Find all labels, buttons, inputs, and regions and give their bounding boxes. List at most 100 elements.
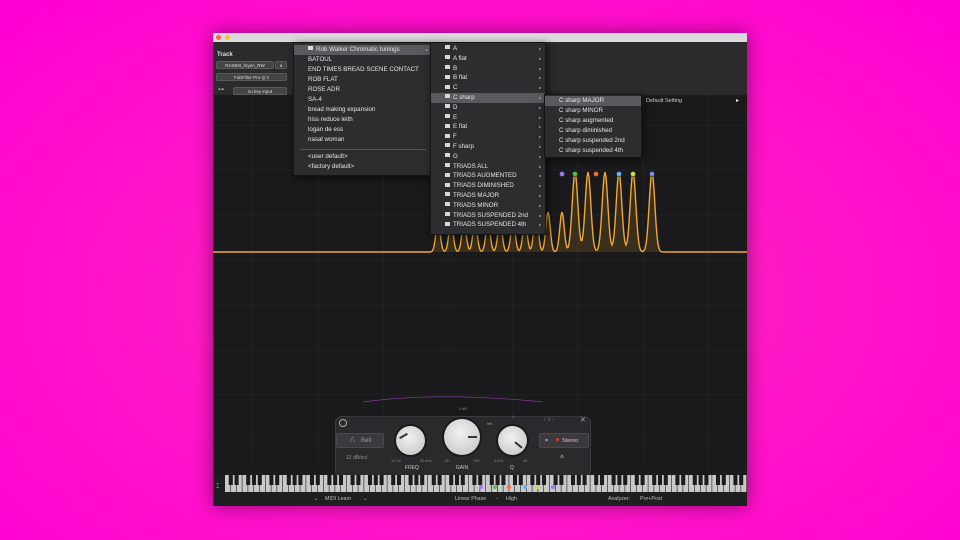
black-key[interactable] — [286, 475, 291, 485]
chord-menu-item[interactable]: C sharp MINOR — [545, 106, 641, 116]
plugin-insert-selector[interactable]: FabFilter Pro-Q 3 — [216, 73, 287, 81]
chord-menu-item[interactable]: C sharp suspended 2nd — [545, 136, 641, 146]
black-key[interactable] — [356, 475, 361, 485]
preset-default-item[interactable]: <factory default> — [294, 162, 432, 172]
close-window-icon[interactable] — [216, 35, 221, 40]
midi-learn-dropdown-icon[interactable]: ⌄ — [363, 496, 367, 502]
stereo-selector[interactable]: ⚭ Stereo — [539, 433, 589, 448]
key-menu-item[interactable]: TRIADS AUGMENTED ▸ — [431, 171, 545, 181]
black-key[interactable] — [379, 475, 384, 485]
black-key[interactable] — [478, 475, 483, 485]
key-menu-item[interactable]: C sharp ▸ — [431, 93, 545, 103]
minimize-window-icon[interactable] — [225, 35, 230, 40]
freq-knob[interactable] — [396, 426, 425, 455]
black-key[interactable] — [715, 475, 721, 485]
black-key[interactable] — [449, 475, 454, 485]
black-key[interactable] — [454, 475, 460, 485]
black-key[interactable] — [275, 475, 280, 485]
default-setting-arrow-icon[interactable]: ▸ — [736, 97, 739, 104]
black-key[interactable] — [640, 475, 645, 485]
black-key[interactable] — [530, 475, 535, 485]
black-key[interactable] — [269, 475, 274, 485]
black-key[interactable] — [396, 475, 402, 485]
piano-keyboard[interactable] — [213, 475, 747, 492]
key-input-selector[interactable]: no key input — [233, 87, 287, 95]
black-key[interactable] — [681, 475, 686, 485]
black-key[interactable] — [721, 475, 726, 485]
black-key[interactable] — [541, 475, 547, 485]
key-menu-item[interactable]: TRIADS SUSPENDED 2nd ▸ — [431, 211, 545, 221]
black-key[interactable] — [309, 475, 315, 485]
black-key[interactable] — [692, 475, 697, 485]
black-key[interactable] — [292, 475, 297, 485]
black-key[interactable] — [582, 475, 587, 485]
black-key[interactable] — [657, 475, 663, 485]
black-key[interactable] — [251, 475, 257, 485]
black-key[interactable] — [576, 475, 581, 485]
black-key[interactable] — [698, 475, 703, 485]
preset-item[interactable]: SA-4 — [294, 95, 432, 105]
black-key[interactable] — [420, 475, 425, 485]
track-name-selector[interactable]: RAINMI_hryen_RW — [216, 61, 274, 69]
slope-label[interactable]: 12 dB/oct — [346, 455, 367, 461]
black-key[interactable] — [437, 475, 442, 485]
black-key[interactable] — [617, 475, 622, 485]
black-key[interactable] — [501, 475, 506, 485]
black-key[interactable] — [315, 475, 320, 485]
key-menu-item[interactable]: TRIADS ALL ▸ — [431, 162, 545, 172]
black-key[interactable] — [594, 475, 599, 485]
black-key[interactable] — [623, 475, 628, 485]
link-icon[interactable]: ⚯ — [487, 421, 492, 428]
black-key[interactable] — [518, 475, 523, 485]
key-menu-item[interactable]: E flat ▸ — [431, 122, 545, 132]
key-menu-item[interactable]: B flat ▸ — [431, 73, 545, 83]
eq-band-node[interactable] — [572, 171, 578, 177]
preset-item[interactable]: bread making expansion — [294, 105, 432, 115]
eq-band-node[interactable] — [616, 171, 622, 177]
chord-menu-item[interactable]: C sharp augmented — [545, 116, 641, 126]
black-key[interactable] — [367, 475, 373, 485]
solo-icon[interactable]: ⩚ — [560, 453, 564, 461]
chord-menu-item[interactable]: C sharp MAJOR — [545, 96, 641, 106]
piano-keys[interactable] — [213, 475, 747, 492]
black-key[interactable] — [599, 475, 605, 485]
key-menu-item[interactable]: F ▸ — [431, 132, 545, 142]
key-menu-item[interactable]: B ▸ — [431, 64, 545, 74]
black-key[interactable] — [536, 475, 541, 485]
black-key[interactable] — [611, 475, 616, 485]
key-menu-item[interactable]: TRIADS MINOR ▸ — [431, 201, 545, 211]
eq-band-node[interactable] — [559, 171, 565, 177]
black-key[interactable] — [327, 475, 332, 485]
black-key[interactable] — [350, 475, 355, 485]
black-key[interactable] — [333, 475, 338, 485]
black-key[interactable] — [338, 475, 344, 485]
eq-band-node[interactable] — [630, 171, 636, 177]
phase-mode-button[interactable]: Linear Phase — [455, 496, 486, 502]
key-menu-item[interactable]: A flat ▸ — [431, 54, 545, 64]
black-key[interactable] — [246, 475, 251, 485]
power-icon[interactable] — [339, 419, 347, 427]
band-nav-icon[interactable]: ‹ ⇩ › — [544, 417, 554, 423]
key-menu-item[interactable]: TRIADS MAJOR ▸ — [431, 191, 545, 201]
black-key[interactable] — [391, 475, 396, 485]
key-menu-item[interactable]: D ▸ — [431, 103, 545, 113]
black-key[interactable] — [460, 475, 465, 485]
preset-default-item[interactable]: <user default> — [294, 152, 432, 162]
preset-item[interactable]: hiss reduce leith — [294, 115, 432, 125]
black-key[interactable] — [414, 475, 419, 485]
chord-menu-item[interactable]: C sharp suspended 4th — [545, 146, 641, 156]
eq-band-node[interactable] — [649, 171, 655, 177]
analyzer-button[interactable]: Pre+Post — [640, 496, 662, 502]
black-key[interactable] — [663, 475, 668, 485]
black-key[interactable] — [675, 475, 680, 485]
key-menu-item[interactable]: TRIADS DIMINISHED ▸ — [431, 181, 545, 191]
black-key[interactable] — [408, 475, 413, 485]
key-menu-item[interactable]: C ▸ — [431, 83, 545, 93]
black-key[interactable] — [559, 475, 564, 485]
close-band-icon[interactable]: ✕ — [580, 416, 586, 424]
black-key[interactable] — [228, 475, 233, 485]
key-menu-item[interactable]: TRIADS SUSPENDED 4th ▸ — [431, 220, 545, 230]
preset-menu-header-item[interactable]: Rob Walker Chromatic tunings ▸ — [294, 45, 432, 55]
black-key[interactable] — [634, 475, 639, 485]
black-key[interactable] — [570, 475, 576, 485]
